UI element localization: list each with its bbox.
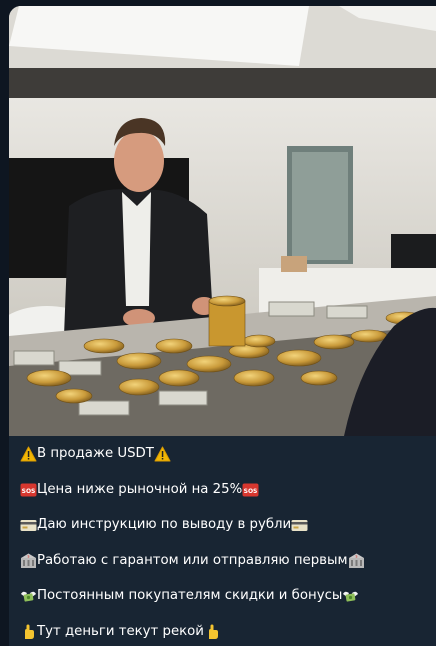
message-line: Даю инструкцию по выводу в рубли	[20, 511, 436, 547]
svg-text:$: $	[355, 554, 357, 558]
money-wings-icon	[20, 588, 37, 604]
message-line: SOS Цена ниже рыночной на 25% SOS	[20, 476, 436, 512]
message-text: В продаже USDT SOS Цена ниже рыночной на…	[9, 436, 436, 646]
money-wings-icon	[342, 588, 359, 604]
message-line-text: Цена ниже рыночной на 25%	[37, 481, 243, 497]
sos-icon: SOS	[20, 482, 37, 498]
svg-text:SOS: SOS	[244, 488, 258, 495]
warning-icon	[20, 446, 37, 462]
photo-office-coins	[9, 6, 436, 436]
message-line: В продаже USDT	[20, 440, 436, 476]
message-line-text: Постоянным покупателям скидки и бонусы	[37, 588, 343, 604]
sos-icon: SOS	[242, 482, 259, 498]
message-line: Постоянным покупателям скидки и бонусы	[20, 582, 436, 618]
message-line-text: Даю инструкцию по выводу в рубли	[37, 517, 292, 533]
svg-text:$: $	[27, 554, 29, 558]
warning-icon	[154, 446, 171, 462]
message-bubble: В продаже USDT SOS Цена ниже рыночной на…	[9, 6, 436, 646]
message-photo[interactable]	[9, 6, 436, 436]
message-line-text: В продаже USDT	[37, 446, 154, 461]
message-line: $ Работаю с гарантом или отправляю первы…	[20, 547, 436, 583]
bank-icon: $	[348, 553, 365, 569]
svg-text:SOS: SOS	[22, 488, 36, 495]
credit-card-icon	[291, 517, 308, 533]
message-line-text: Работаю с гарантом или отправляю первым	[37, 552, 348, 568]
credit-card-icon	[20, 517, 37, 533]
bank-icon: $	[20, 553, 37, 569]
